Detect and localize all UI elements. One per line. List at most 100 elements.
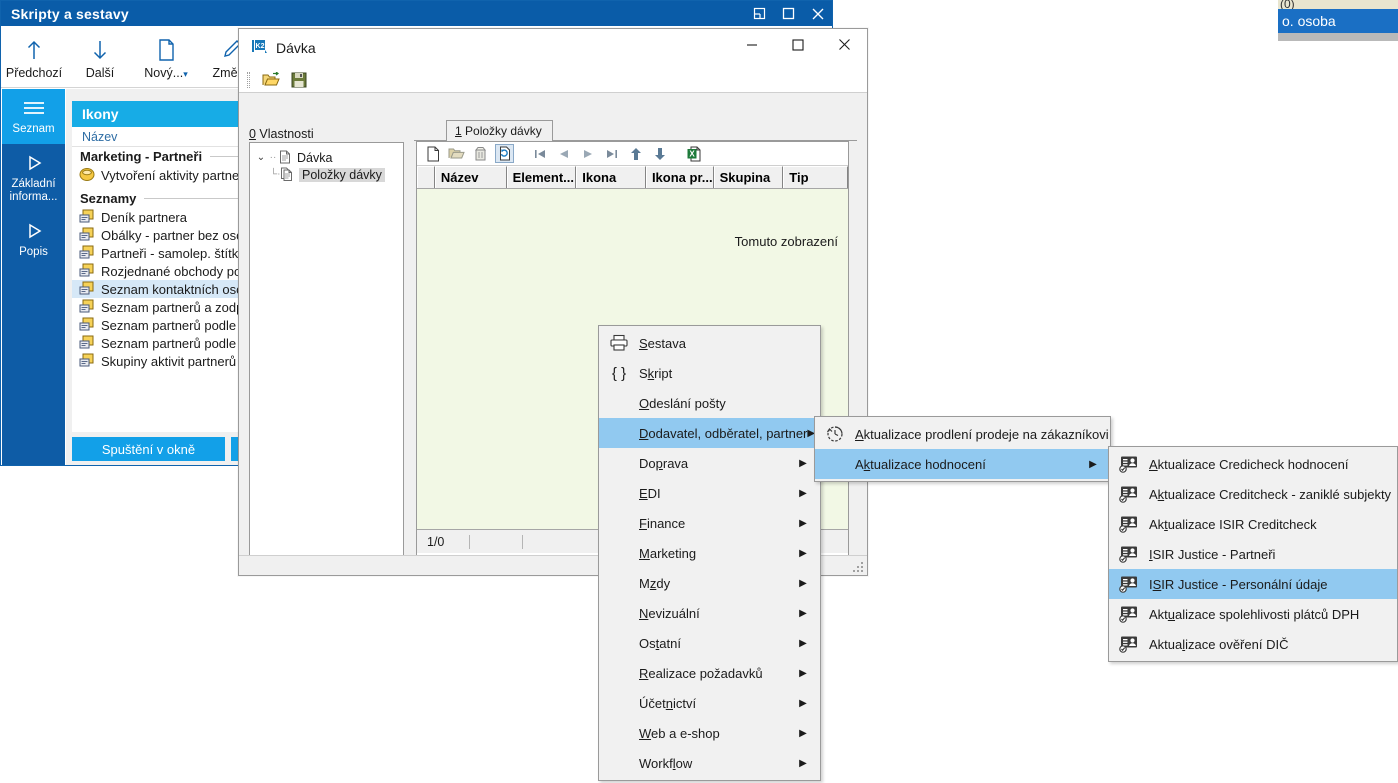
grid-column-ikona[interactable]: Ikona bbox=[576, 166, 646, 188]
davka-titlebar[interactable]: K2 Dávka bbox=[239, 29, 867, 67]
menu-item-noicon bbox=[599, 688, 639, 718]
maximize-button[interactable] bbox=[774, 1, 803, 26]
menu-item-marketing[interactable]: Marketing ▶ bbox=[599, 538, 820, 568]
next-record-button[interactable] bbox=[578, 144, 597, 163]
menu-item-workflow[interactable]: Workflow ▶ bbox=[599, 748, 820, 778]
list-item-label: Vytvoření aktivity partnerů bbox=[101, 167, 251, 183]
new-record-button[interactable] bbox=[423, 144, 442, 163]
menu-item-dodavatel-odberatel-partner[interactable]: Dodavatel, odběratel, partner ▶ bbox=[599, 418, 820, 448]
submenu-item-aktualizace-prodleni-prodeje[interactable]: Aktualizace prodlení prodeje na zákazník… bbox=[815, 419, 1110, 449]
documents-icon bbox=[280, 167, 295, 182]
new-document-icon bbox=[155, 36, 177, 64]
status-divider bbox=[469, 534, 470, 549]
chevron-right-icon: ▶ bbox=[799, 607, 807, 619]
previous-record-button[interactable] bbox=[554, 144, 573, 163]
report-icon bbox=[79, 209, 97, 225]
sidebar-item-seznam[interactable]: Seznam bbox=[2, 89, 65, 144]
first-record-button[interactable] bbox=[530, 144, 549, 163]
chevron-right-icon: ▶ bbox=[799, 547, 807, 559]
submenu-item-label: Aktualizace Credicheck hodnocení bbox=[1149, 456, 1349, 472]
delete-record-button[interactable] bbox=[471, 144, 490, 163]
submenu-item-isir-justice-personalni-udaje[interactable]: ISIR Justice - Personální údaje bbox=[1109, 569, 1397, 599]
vlastnosti-label: 0 Vlastnosti bbox=[249, 127, 314, 141]
menu-item-noicon bbox=[599, 448, 639, 478]
tree-node-davka[interactable]: ⌄ ·· Dávka bbox=[254, 149, 399, 166]
menu-item-doprava[interactable]: Doprava ▶ bbox=[599, 448, 820, 478]
menu-item-noicon bbox=[599, 418, 639, 448]
chevron-down-icon[interactable]: ⌄ bbox=[254, 152, 268, 163]
menu-item-realizace-pozadavku[interactable]: Realizace požadavků ▶ bbox=[599, 658, 820, 688]
menu-item-nevizualni[interactable]: Nevizuální ▶ bbox=[599, 598, 820, 628]
last-record-button[interactable] bbox=[602, 144, 621, 163]
maximize-button[interactable] bbox=[775, 29, 821, 61]
spusteni-v-okne-button[interactable]: Spuštění v okně bbox=[72, 437, 225, 461]
submenu-item-aktualizace-spolehlivosti-platcu-dph[interactable]: Aktualizace spolehlivosti plátců DPH bbox=[1109, 599, 1397, 629]
grid-column-ikona-pr[interactable]: Ikona pr... bbox=[645, 166, 714, 188]
grid-toolbar: X bbox=[417, 142, 848, 166]
sidebar-item-popis[interactable]: Popis bbox=[2, 212, 65, 267]
menu-item-sestava[interactable]: Sestava bbox=[599, 328, 820, 358]
menu-item-finance[interactable]: Finance ▶ bbox=[599, 508, 820, 538]
submenu-item-aktualizace-hodnoceni[interactable]: Aktualizace hodnocení ▶ bbox=[815, 449, 1110, 479]
menu-item-noicon bbox=[599, 748, 639, 778]
refresh-record-button[interactable] bbox=[495, 144, 514, 163]
submenu-item-label: Aktualizace ověření DIČ bbox=[1149, 636, 1289, 652]
report-icon bbox=[79, 281, 97, 297]
floppy-save-icon[interactable] bbox=[289, 70, 309, 90]
menu-item-label: Odeslání pošty bbox=[639, 395, 726, 411]
menu-item-ucetnictvi[interactable]: Účetnictví ▶ bbox=[599, 688, 820, 718]
list-group-label: Marketing - Partneři bbox=[80, 149, 203, 164]
submenu-item-aktualizace-creditcheck-zanikle-subjekty[interactable]: Aktualizace Creditcheck - zaniklé subjek… bbox=[1109, 479, 1397, 509]
resize-grip-icon[interactable] bbox=[852, 561, 864, 573]
ribbon-button-novy[interactable]: Nový...▾ bbox=[133, 30, 199, 86]
menu-item-label: Marketing bbox=[639, 545, 697, 561]
grid-column-nazev[interactable]: Název bbox=[434, 166, 507, 188]
ribbon-label: Předchozí bbox=[5, 66, 63, 80]
menu-item-mzdy[interactable]: Mzdy ▶ bbox=[599, 568, 820, 598]
restore-down-button[interactable] bbox=[745, 1, 774, 26]
menu-item-web-a-eshop[interactable]: Web a e-shop ▶ bbox=[599, 718, 820, 748]
grid-column-element[interactable]: Element... bbox=[506, 166, 577, 188]
submenu-item-label: Aktualizace ISIR Creditcheck bbox=[1149, 516, 1317, 532]
submenu-aktualizace-hodnoceni: Aktualizace Credicheck hodnocení Aktuali… bbox=[1108, 446, 1398, 662]
davka-tabstrip: 1 Položky dávky bbox=[414, 120, 857, 141]
grid-column-skupina[interactable]: Skupina bbox=[713, 166, 784, 188]
menu-item-odeslani-posty[interactable]: Odeslání pošty bbox=[599, 388, 820, 418]
app-titlebar[interactable]: Skripty a sestavy bbox=[1, 1, 832, 26]
close-button[interactable] bbox=[803, 1, 832, 26]
submenu-item-isir-justice-partneri[interactable]: ISIR Justice - Partneři bbox=[1109, 539, 1397, 569]
toolbar-grip[interactable] bbox=[247, 71, 250, 88]
properties-tree: ⌄ ·· Dávka └⋯ Položky dávky bbox=[249, 142, 404, 572]
tree-node-polozky-davky[interactable]: └⋯ Položky dávky bbox=[254, 166, 399, 183]
submenu-item-aktualizace-credicheck-hodnoceni[interactable]: Aktualizace Credicheck hodnocení bbox=[1109, 449, 1397, 479]
minimize-button[interactable] bbox=[729, 29, 775, 61]
submenu-dodavatel-odberatel-partner: Aktualizace prodlení prodeje na zákazník… bbox=[814, 416, 1111, 482]
open-record-button[interactable] bbox=[447, 144, 466, 163]
grid-header-selector[interactable] bbox=[417, 166, 435, 188]
menu-item-skript[interactable]: { } Skript bbox=[599, 358, 820, 388]
grid-column-tip[interactable]: Tip bbox=[783, 166, 848, 188]
chevron-right-icon: ▶ bbox=[799, 577, 807, 589]
braces-icon: { } bbox=[599, 358, 639, 388]
contact-card-icon bbox=[1109, 479, 1149, 509]
submenu-item-aktualizace-isir-creditcheck[interactable]: Aktualizace ISIR Creditcheck bbox=[1109, 509, 1397, 539]
menu-item-noicon bbox=[815, 449, 855, 479]
davka-window-controls bbox=[729, 29, 867, 67]
submenu-item-label: ISIR Justice - Personální údaje bbox=[1149, 576, 1328, 592]
menu-item-label: Finance bbox=[639, 515, 686, 531]
menu-item-ostatni[interactable]: Ostatní ▶ bbox=[599, 628, 820, 658]
ribbon-button-predchozi[interactable]: Předchozí bbox=[1, 30, 67, 86]
chevron-right-icon: ▶ bbox=[799, 637, 807, 649]
submenu-item-aktualizace-overeni-dic[interactable]: Aktualizace ověření DIČ bbox=[1109, 629, 1397, 659]
menu-item-noicon bbox=[599, 568, 639, 598]
tab-polozky-davky[interactable]: 1 Položky dávky bbox=[446, 120, 553, 141]
open-folder-icon[interactable] bbox=[261, 70, 281, 90]
export-excel-button[interactable]: X bbox=[685, 144, 704, 163]
sidebar-item-zakladni-informace[interactable]: Základní informa... bbox=[2, 144, 65, 212]
menu-item-edi[interactable]: EDI ▶ bbox=[599, 478, 820, 508]
close-button[interactable] bbox=[821, 29, 867, 61]
contact-card-icon bbox=[1109, 629, 1149, 659]
move-down-button[interactable] bbox=[650, 144, 669, 163]
ribbon-button-dalsi[interactable]: Další bbox=[67, 30, 133, 86]
move-up-button[interactable] bbox=[626, 144, 645, 163]
